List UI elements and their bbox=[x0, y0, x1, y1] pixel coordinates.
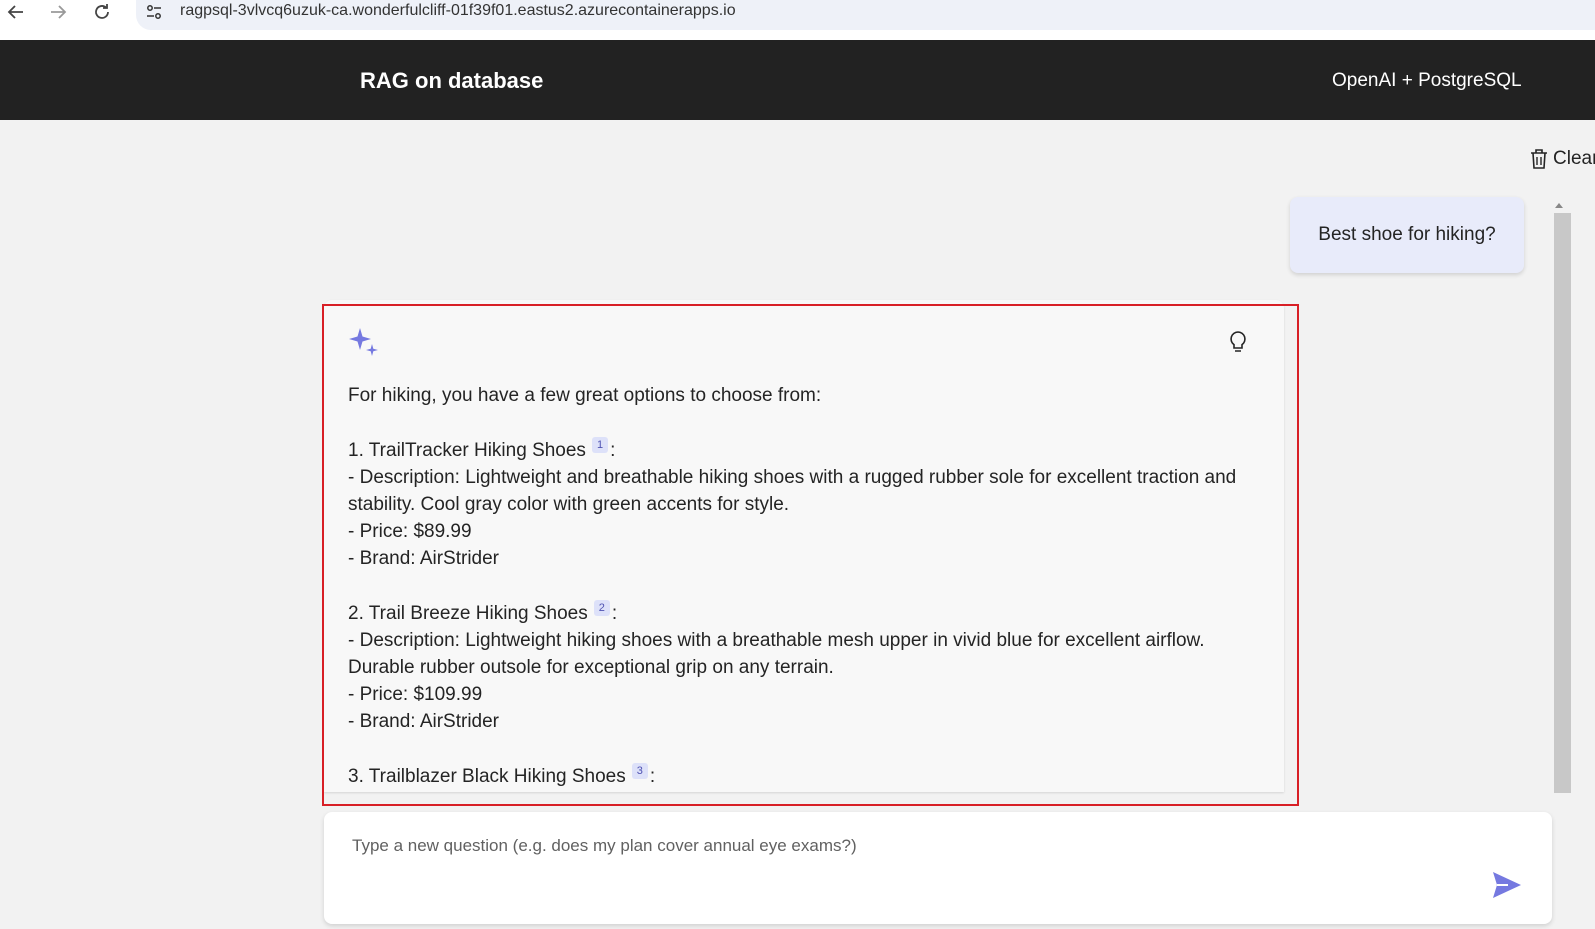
question-input[interactable] bbox=[352, 836, 1452, 856]
user-message: Best shoe for hiking? bbox=[1290, 197, 1524, 273]
clear-chat-button[interactable]: Clear bbox=[1528, 147, 1595, 171]
address-bar[interactable]: ragpsql-3vlvcq6uzuk-ca.wonderfulcliff-01… bbox=[136, 0, 1595, 30]
arrow-right-icon bbox=[51, 5, 67, 19]
tune-icon[interactable] bbox=[144, 2, 164, 22]
scroll-up-arrow[interactable] bbox=[1555, 203, 1563, 208]
scrollbar[interactable] bbox=[1554, 213, 1571, 793]
highlight-frame bbox=[322, 304, 1299, 806]
clear-chat-label: Clear bbox=[1553, 148, 1595, 169]
question-input-box bbox=[324, 812, 1552, 924]
app-title[interactable]: RAG on database bbox=[360, 68, 543, 94]
url-text[interactable]: ragpsql-3vlvcq6uzuk-ca.wonderfulcliff-01… bbox=[180, 2, 736, 20]
back-button[interactable] bbox=[2, 0, 30, 24]
reload-icon bbox=[95, 4, 109, 19]
browser-toolbar: ragpsql-3vlvcq6uzuk-ca.wonderfulcliff-01… bbox=[0, 0, 1595, 40]
reload-button[interactable] bbox=[88, 0, 116, 24]
app-header: RAG on database OpenAI + PostgreSQL bbox=[0, 40, 1595, 120]
app-subtitle: OpenAI + PostgreSQL bbox=[1332, 70, 1522, 91]
send-icon[interactable] bbox=[1490, 868, 1524, 902]
trash-icon bbox=[1531, 149, 1547, 169]
user-message-text: Best shoe for hiking? bbox=[1318, 224, 1496, 245]
forward-button[interactable] bbox=[44, 0, 72, 24]
arrow-left-icon bbox=[7, 5, 23, 19]
